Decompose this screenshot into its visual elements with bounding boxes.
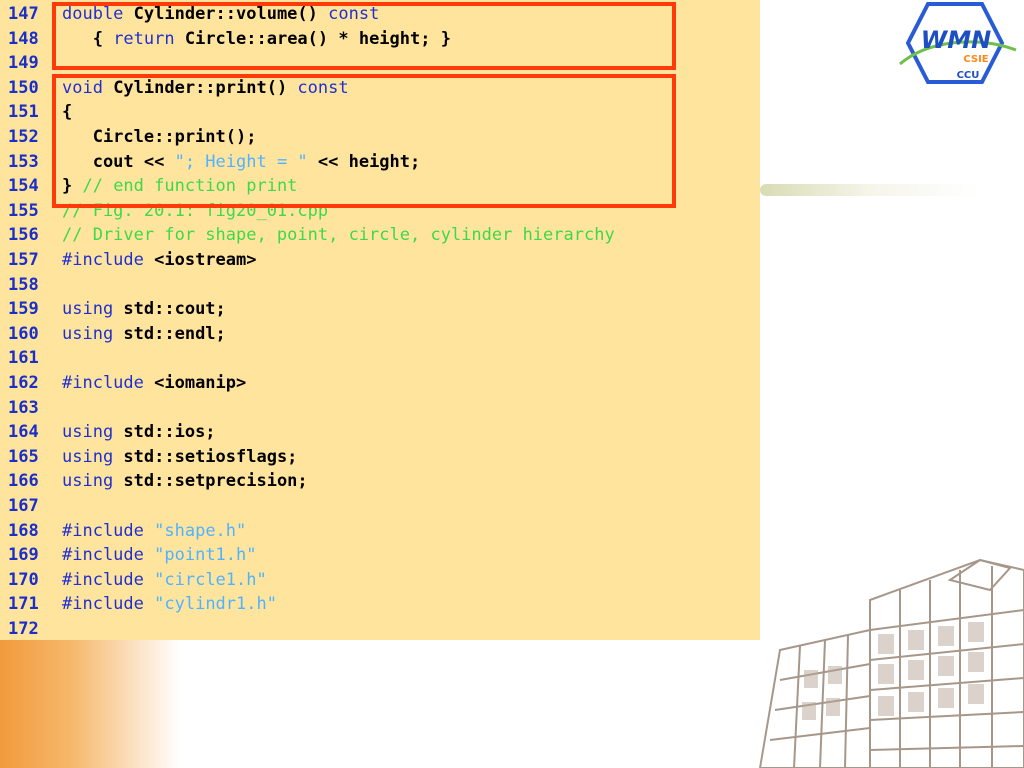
wmn-logo: WMN CSIE CCU bbox=[899, 2, 1017, 84]
line-number: 150 bbox=[8, 77, 39, 98]
code-text: // Driver for shape, point, circle, cyli… bbox=[62, 223, 615, 247]
line-number: 171 bbox=[8, 594, 39, 615]
line-number: 160 bbox=[8, 323, 39, 344]
line-number: 151 bbox=[8, 102, 39, 123]
string-token: "circle1.h" bbox=[154, 569, 267, 590]
keyword-token: using bbox=[62, 323, 114, 344]
logo-main-text: WMN bbox=[921, 26, 991, 54]
code-line: 172 bbox=[0, 617, 760, 641]
highlight-box-print bbox=[52, 74, 676, 208]
code-text: using std::ios; bbox=[62, 420, 216, 444]
keyword-token: #include bbox=[62, 373, 144, 393]
keyword-token: #include bbox=[62, 250, 144, 270]
line-number: 154 bbox=[8, 176, 39, 197]
code-text: #include <iostream> bbox=[62, 248, 256, 272]
code-token: std::endl; bbox=[113, 323, 226, 344]
building-illustration bbox=[758, 558, 1024, 768]
line-number: 155 bbox=[8, 200, 39, 221]
string-token: "cylindr1.h" bbox=[154, 594, 277, 615]
line-number: 165 bbox=[8, 446, 39, 467]
code-text: #include "cylindr1.h" bbox=[62, 592, 277, 616]
code-token: std::cout; bbox=[113, 299, 226, 320]
code-text: #include <iomanip> bbox=[62, 371, 246, 395]
decorative-gradient bbox=[0, 640, 180, 768]
line-number: 170 bbox=[8, 569, 39, 590]
highlight-box-volume bbox=[52, 2, 676, 70]
code-text: using std::endl; bbox=[62, 322, 226, 346]
code-line: 163 bbox=[0, 396, 760, 420]
line-number: 163 bbox=[8, 397, 39, 418]
code-line: 158 bbox=[0, 273, 760, 297]
code-text: using std::setiosflags; bbox=[62, 445, 297, 469]
line-number: 148 bbox=[8, 28, 39, 49]
code-line: 159 using std::cout; bbox=[0, 297, 760, 321]
logo-bottom-text: CCU bbox=[957, 70, 980, 81]
code-line: 170 #include "circle1.h" bbox=[0, 568, 760, 592]
line-number: 161 bbox=[8, 348, 39, 369]
line-number: 147 bbox=[8, 4, 39, 24]
line-number: 149 bbox=[8, 53, 39, 74]
keyword-token: using bbox=[62, 446, 114, 467]
line-number: 164 bbox=[8, 422, 39, 443]
keyword-token: #include bbox=[62, 569, 144, 590]
line-number: 166 bbox=[8, 471, 39, 492]
code-line: 166 using std::setprecision; bbox=[0, 469, 760, 493]
code-token: std::setiosflags; bbox=[113, 446, 298, 467]
line-number: 169 bbox=[8, 545, 39, 566]
line-number: 156 bbox=[8, 225, 39, 246]
code-line: 162 #include <iomanip> bbox=[0, 371, 760, 395]
code-text: #include "point1.h" bbox=[62, 543, 257, 567]
code-token: std::ios; bbox=[113, 422, 216, 443]
code-line: 157 #include <iostream> bbox=[0, 248, 760, 272]
code-text: #include "shape.h" bbox=[62, 519, 246, 543]
comment-token: // Driver for shape, point, circle, cyli… bbox=[62, 225, 615, 246]
line-number: 158 bbox=[8, 274, 39, 295]
code-token: std::setprecision; bbox=[113, 471, 308, 492]
line-number: 167 bbox=[8, 496, 39, 516]
string-token: "shape.h" bbox=[154, 520, 247, 541]
code-line: 169 #include "point1.h" bbox=[0, 543, 760, 567]
code-text: #include "circle1.h" bbox=[62, 568, 267, 592]
code-line: 161 bbox=[0, 346, 760, 370]
line-number: 168 bbox=[8, 520, 39, 541]
string-token: "point1.h" bbox=[154, 545, 257, 566]
code-line: 164 using std::ios; bbox=[0, 420, 760, 444]
decorative-swoosh bbox=[760, 184, 980, 196]
keyword-token: #include bbox=[62, 594, 144, 615]
line-number: 172 bbox=[8, 619, 39, 639]
line-number: 152 bbox=[8, 127, 39, 147]
code-text: using std::setprecision; bbox=[62, 469, 308, 493]
code-text: using std::cout; bbox=[62, 297, 226, 321]
code-line: 156 // Driver for shape, point, circle, c… bbox=[0, 223, 760, 247]
keyword-token: using bbox=[62, 422, 114, 443]
code-token: <iostream> bbox=[143, 250, 257, 270]
line-number: 153 bbox=[8, 151, 39, 172]
code-line: 168 #include "shape.h" bbox=[0, 519, 760, 543]
code-token: <iomanip> bbox=[143, 373, 247, 393]
code-line: 167 bbox=[0, 494, 760, 518]
keyword-token: #include bbox=[62, 520, 144, 541]
keyword-token: using bbox=[62, 299, 114, 320]
keyword-token: using bbox=[62, 471, 114, 492]
code-line: 165 using std::setiosflags; bbox=[0, 445, 760, 469]
keyword-token: #include bbox=[62, 545, 144, 566]
line-number: 159 bbox=[8, 299, 39, 320]
line-number: 157 bbox=[8, 250, 39, 270]
code-line: 160 using std::endl; bbox=[0, 322, 760, 346]
line-number: 162 bbox=[8, 373, 39, 393]
code-line: 171 #include "cylindr1.h" bbox=[0, 592, 760, 616]
logo-sub-text: CSIE bbox=[963, 54, 988, 65]
